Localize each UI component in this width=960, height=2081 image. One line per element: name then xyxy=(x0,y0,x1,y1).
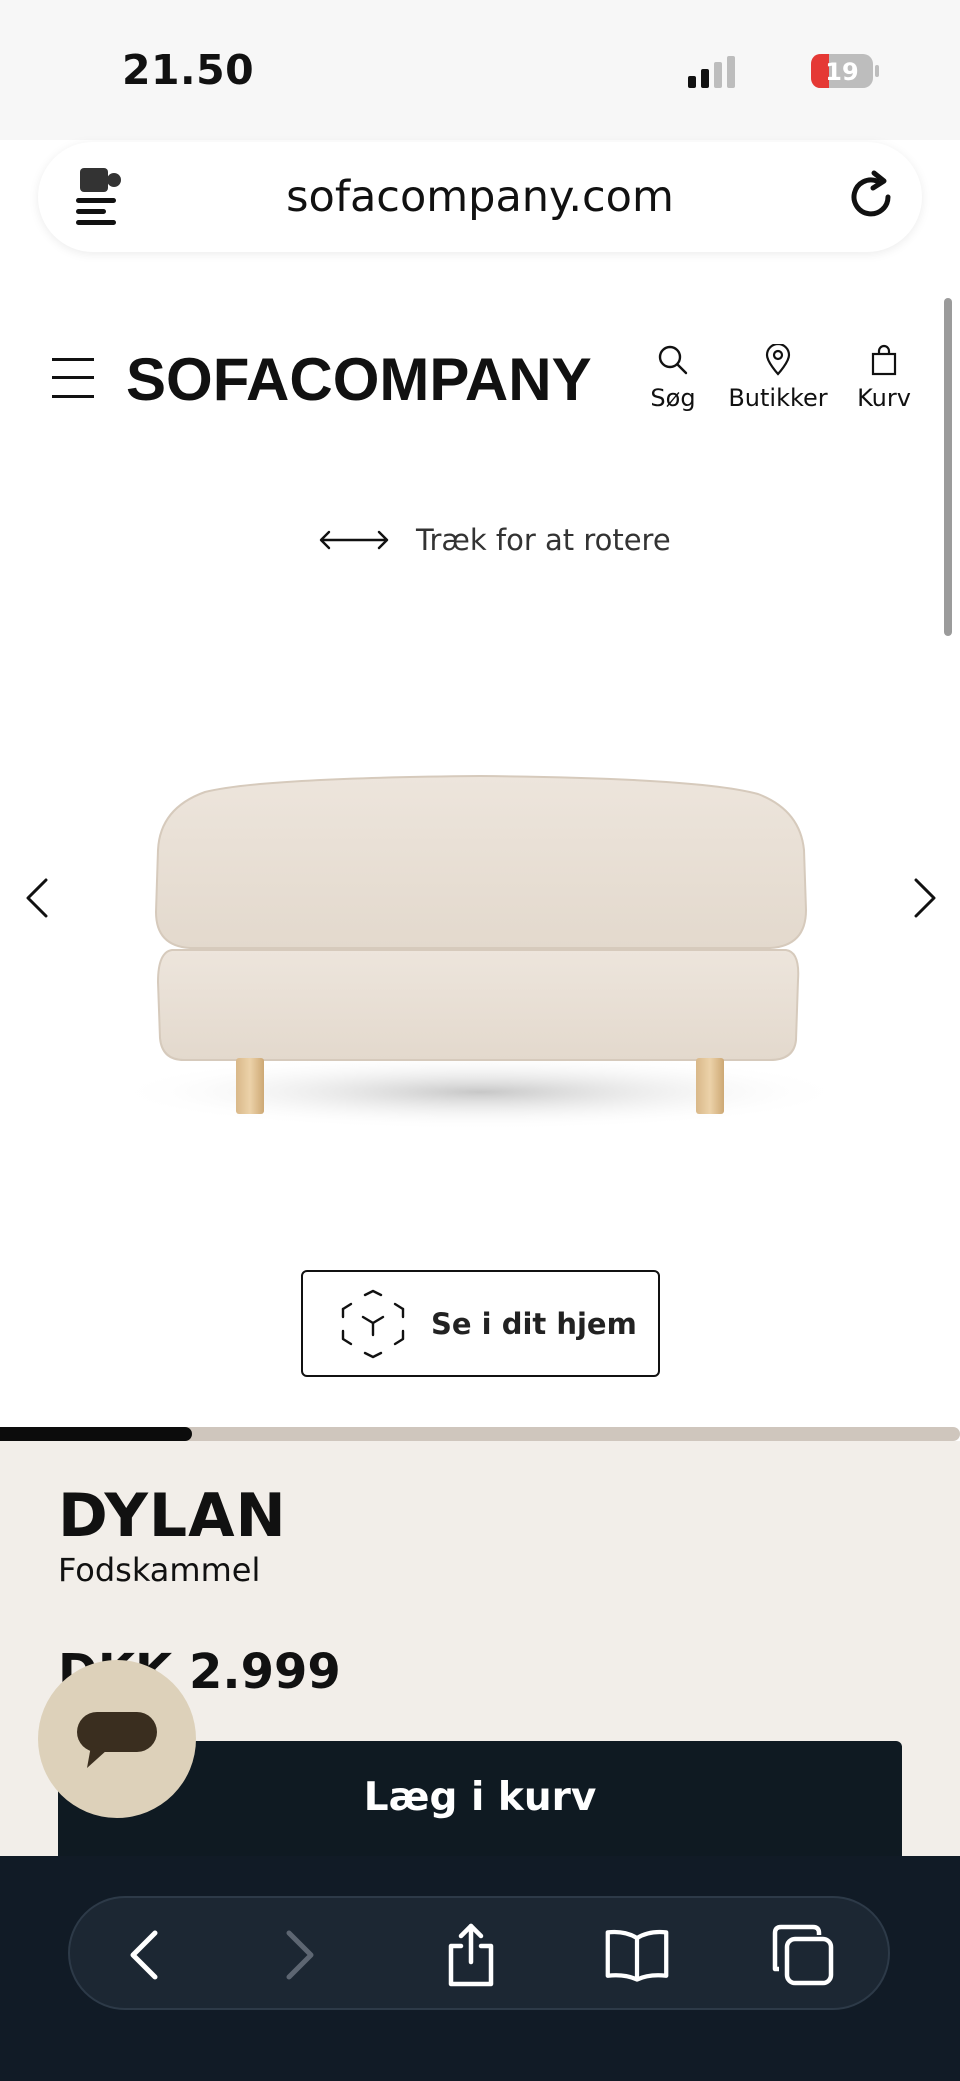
chat-button[interactable] xyxy=(38,1660,196,1818)
forward-button[interactable] xyxy=(266,1922,332,1988)
stores-button[interactable]: Butikker xyxy=(728,344,828,412)
rotate-hint: Træk for at rotere xyxy=(318,520,671,560)
search-label: Søg xyxy=(650,384,696,412)
see-in-home-button[interactable]: Se i dit hjem xyxy=(301,1270,660,1377)
menu-icon[interactable] xyxy=(52,356,94,400)
back-icon xyxy=(130,1930,158,1980)
share-icon xyxy=(448,1923,494,1987)
share-button[interactable] xyxy=(438,1922,504,1988)
chevron-right-icon[interactable] xyxy=(904,870,944,926)
stores-label: Butikker xyxy=(728,384,828,412)
search-icon xyxy=(658,345,688,375)
scrollbar[interactable] xyxy=(944,298,952,636)
chat-icon xyxy=(77,1712,157,1768)
product-image[interactable] xyxy=(0,700,960,1220)
search-button[interactable]: Søg xyxy=(648,344,698,412)
cart-header-label: Kurv xyxy=(857,384,911,412)
product-name: DYLAN xyxy=(58,1481,287,1551)
cart-header-button[interactable]: Kurv xyxy=(854,344,914,412)
rotate-hint-text: Træk for at rotere xyxy=(416,523,671,557)
chevron-left-icon[interactable] xyxy=(18,870,58,926)
battery-level: 19 xyxy=(825,58,858,86)
bookmarks-icon xyxy=(605,1929,669,1982)
battery-icon: 19 xyxy=(811,54,879,88)
site-logo[interactable]: SOFACOMPANY xyxy=(126,345,592,414)
carousel-progress-fill xyxy=(0,1427,192,1441)
shopping-bag-icon xyxy=(871,344,897,376)
signal-icon xyxy=(688,56,735,88)
bookmarks-button[interactable] xyxy=(604,1922,670,1988)
location-pin-icon xyxy=(765,344,791,376)
status-time: 21.50 xyxy=(122,46,255,94)
see-in-home-label: Se i dit hjem xyxy=(431,1306,637,1341)
rotate-arrows-icon xyxy=(319,530,389,550)
browser-toolbar xyxy=(0,1856,960,2081)
product-type: Fodskammel xyxy=(58,1551,261,1589)
add-to-cart-label: Læg i kurv xyxy=(363,1775,597,1820)
ar-cube-icon xyxy=(341,1289,405,1358)
status-bar: 21.50 19 xyxy=(0,0,960,140)
tabs-button[interactable] xyxy=(770,1922,836,1988)
url-bar[interactable]: sofacompany.com xyxy=(38,142,922,252)
toolbar-pill xyxy=(68,1896,890,2010)
url-text[interactable]: sofacompany.com xyxy=(38,172,922,222)
tabs-icon xyxy=(772,1924,834,1986)
reload-icon[interactable] xyxy=(844,170,898,224)
carousel-progress xyxy=(0,1427,960,1441)
forward-icon xyxy=(286,1930,314,1980)
back-button[interactable] xyxy=(112,1922,178,1988)
